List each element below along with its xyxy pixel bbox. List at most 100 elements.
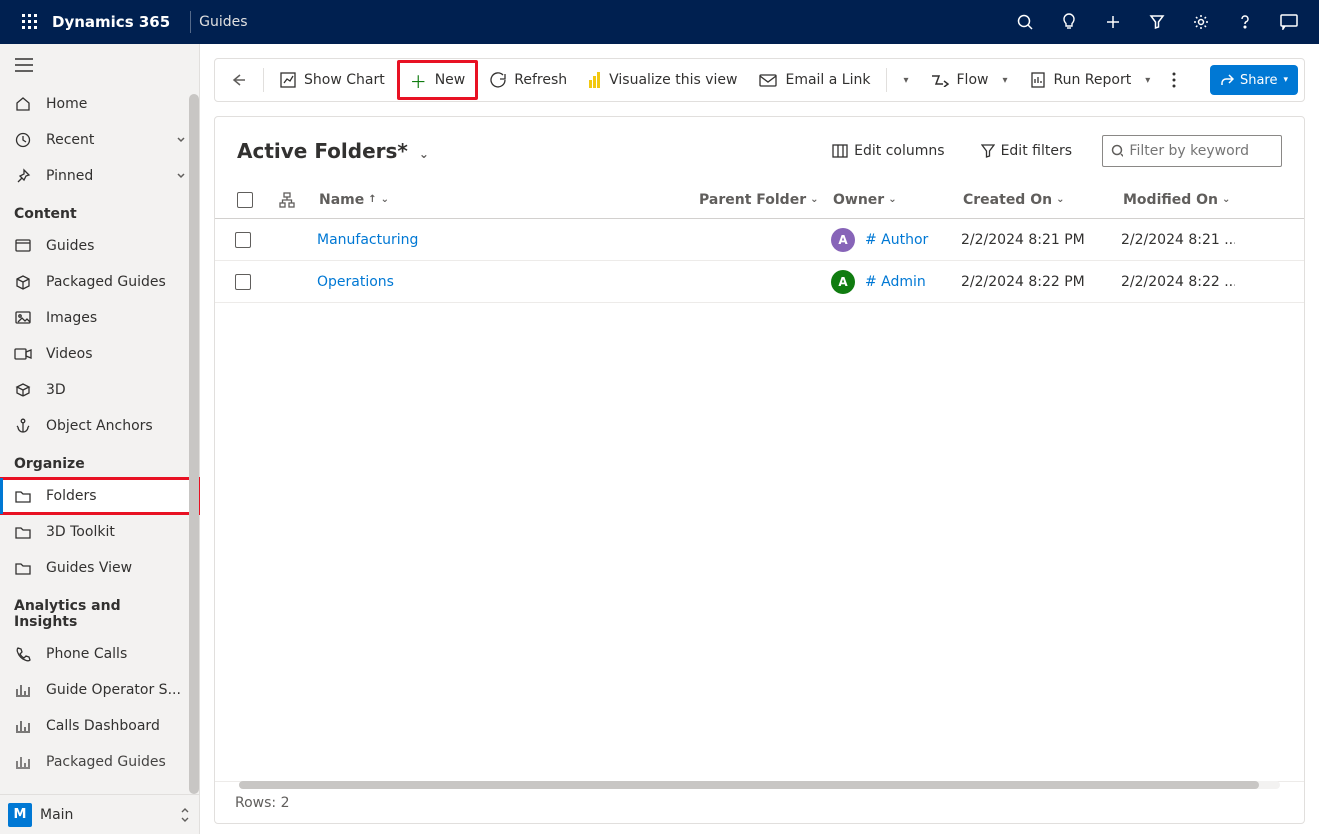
filter-button[interactable] (1135, 0, 1179, 44)
mail-icon (759, 74, 777, 87)
cell-created: 2/2/2024 8:21 PM (955, 232, 1115, 248)
lightbulb-button[interactable] (1047, 0, 1091, 44)
sidebar-item-label: Home (46, 96, 87, 112)
sidebar-item-object-anchors[interactable]: Object Anchors (0, 408, 199, 444)
edit-filters-button[interactable]: Edit filters (975, 143, 1078, 159)
folder-name-link[interactable]: Operations (317, 274, 394, 290)
chevron-down-icon: ⌄ (810, 194, 818, 205)
section-analytics: Analytics and Insights (0, 586, 199, 636)
run-report-button[interactable]: Run Report▾ (1020, 62, 1161, 98)
owner-link[interactable]: # Author (865, 232, 928, 248)
column-name[interactable]: Name ↑ ⌄ (313, 192, 693, 208)
filter-keyword-input[interactable] (1129, 143, 1273, 159)
sidebar-item-label: Videos (46, 346, 93, 362)
table-row[interactable]: Manufacturing A# Author 2/2/2024 8:21 PM… (215, 219, 1304, 261)
view-title[interactable]: Active Folders* ⌄ (237, 139, 429, 163)
chevron-down-icon: ▾ (1002, 75, 1007, 86)
area-badge: M (8, 803, 32, 827)
more-vertical-icon (1172, 72, 1176, 88)
new-button[interactable]: ＋New (397, 60, 479, 100)
cmd-label: Show Chart (304, 72, 385, 88)
search-icon (1111, 144, 1123, 158)
sidebar-item-3d-toolkit[interactable]: 3D Toolkit (0, 514, 199, 550)
email-split-chevron[interactable]: ▾ (893, 62, 918, 98)
pin-icon (14, 167, 32, 185)
grid-body: Manufacturing A # Author 2/2/2024 8:21 PM… (215, 219, 1304, 781)
horizontal-scrollbar[interactable] (239, 781, 1280, 789)
back-arrow-icon (231, 73, 247, 87)
sidebar-item-folders[interactable]: Folders (0, 478, 199, 514)
sidebar-item-calls-dashboard[interactable]: Calls Dashboard (0, 708, 199, 744)
add-button[interactable] (1091, 0, 1135, 44)
sidebar-item-images[interactable]: Images (0, 300, 199, 336)
main-area: Show Chart ＋New Refresh Visualize this v… (200, 44, 1319, 834)
image-icon (14, 309, 32, 327)
email-link-button[interactable]: Email a Link (749, 62, 880, 98)
hierarchy-column[interactable] (273, 192, 313, 208)
module-name[interactable]: Guides (199, 14, 247, 30)
cube-icon (14, 381, 32, 399)
assistant-button[interactable] (1267, 0, 1311, 44)
sidebar-item-packaged-guides[interactable]: Packaged Guides (0, 264, 199, 300)
show-chart-button[interactable]: Show Chart (270, 62, 395, 98)
separator (886, 68, 887, 92)
sidebar-item-label: 3D (46, 382, 66, 398)
cmd-label: Visualize this view (609, 72, 737, 88)
sidebar-scrollbar[interactable] (189, 88, 199, 790)
settings-button[interactable] (1179, 0, 1223, 44)
sidebar-item-recent[interactable]: Recent (0, 122, 199, 158)
row-checkbox[interactable] (235, 274, 251, 290)
command-bar: Show Chart ＋New Refresh Visualize this v… (214, 58, 1305, 102)
help-button[interactable] (1223, 0, 1267, 44)
folder-name-link[interactable]: Manufacturing (317, 232, 418, 248)
filter-keyword-box[interactable] (1102, 135, 1282, 167)
gear-icon (1192, 13, 1210, 31)
sidebar-item-home[interactable]: Home (0, 86, 199, 122)
sidebar-item-pinned[interactable]: Pinned (0, 158, 199, 194)
refresh-button[interactable]: Refresh (480, 62, 577, 98)
table-row[interactable]: Operations A# Admin 2/2/2024 8:22 PM 2/2… (215, 261, 1304, 303)
owner-link[interactable]: # Admin (865, 274, 926, 290)
search-icon (1017, 14, 1034, 31)
share-button[interactable]: Share▾ (1210, 65, 1298, 95)
powerbi-icon (589, 72, 601, 88)
app-launcher-button[interactable] (8, 14, 52, 30)
folder-icon (14, 523, 32, 541)
separator (263, 68, 264, 92)
column-created-on[interactable]: Created On ⌄ (957, 192, 1117, 208)
home-icon (14, 95, 32, 113)
back-button[interactable] (221, 62, 257, 98)
avatar: A (831, 270, 855, 294)
search-button[interactable] (1003, 0, 1047, 44)
select-all-checkbox[interactable] (217, 192, 273, 208)
hamburger-button[interactable] (0, 44, 48, 86)
sidebar-item-videos[interactable]: Videos (0, 336, 199, 372)
content-card: Active Folders* ⌄ Edit columns Edit filt… (214, 116, 1305, 824)
sidebar-item-packaged-guides-report[interactable]: Packaged Guides (0, 744, 199, 780)
package-icon (14, 273, 32, 291)
sidebar-item-label: Guides View (46, 560, 132, 576)
sidebar-item-phone-calls[interactable]: Phone Calls (0, 636, 199, 672)
flow-button[interactable]: Flow▾ (921, 62, 1018, 98)
chevron-down-icon: ⌄ (381, 194, 389, 205)
area-switcher[interactable]: M Main (0, 794, 199, 834)
sidebar-item-guide-operator[interactable]: Guide Operator S... (0, 672, 199, 708)
video-icon (14, 345, 32, 363)
edit-columns-button[interactable]: Edit columns (826, 143, 950, 159)
row-checkbox[interactable] (235, 232, 251, 248)
column-modified-on[interactable]: Modified On ⌄ (1117, 192, 1237, 208)
chevron-down-icon: ⌄ (888, 194, 896, 205)
sidebar-item-guides[interactable]: Guides (0, 228, 199, 264)
column-parent-folder[interactable]: Parent Folder ⌄ (693, 192, 827, 208)
share-icon (1220, 73, 1234, 87)
visualize-button[interactable]: Visualize this view (579, 62, 747, 98)
chevron-down-icon: ⌄ (1056, 194, 1064, 205)
sidebar-item-guides-view[interactable]: Guides View (0, 550, 199, 586)
sidebar-item-3d[interactable]: 3D (0, 372, 199, 408)
updown-icon (179, 807, 191, 823)
chevron-down-icon: ▾ (903, 75, 908, 86)
overflow-button[interactable] (1162, 62, 1186, 98)
column-owner[interactable]: Owner ⌄ (827, 192, 957, 208)
app-name[interactable]: Dynamics 365 (52, 13, 170, 31)
sidebar-item-label: Images (46, 310, 97, 326)
